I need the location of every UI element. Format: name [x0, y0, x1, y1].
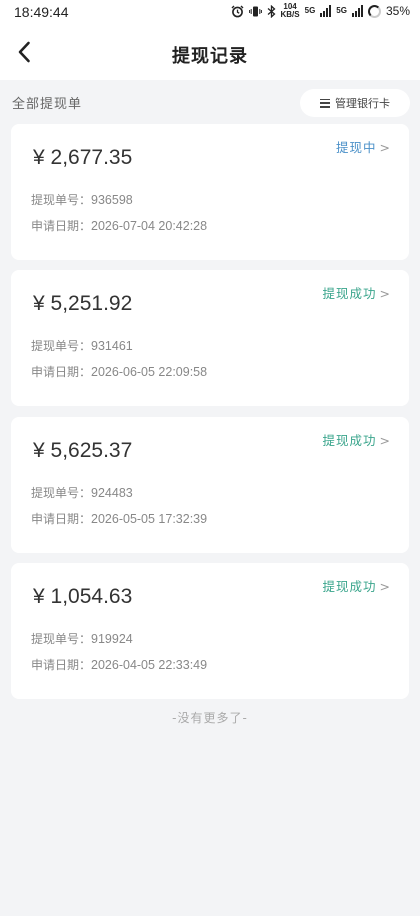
- apply-date-label: 申请日期：: [31, 219, 92, 233]
- record-apply-date: 申请日期：2026-06-05 22:09:58: [31, 363, 207, 380]
- network-type-2: 5G: [336, 6, 347, 15]
- withdrawal-record-card[interactable]: ¥ 2,677.35 提现中 > 提现单号：936598 申请日期：2026-07…: [11, 124, 409, 260]
- bluetooth-icon: [267, 4, 275, 18]
- apply-date-value: 2026-04-05 22:33:49: [91, 658, 208, 672]
- order-no-value: 924483: [91, 486, 133, 500]
- record-status: 提现成功: [322, 579, 377, 594]
- battery-percent: 35%: [385, 4, 410, 18]
- withdrawal-record-card[interactable]: ¥ 5,625.37 提现成功 > 提现单号：924483 申请日期：2026-0…: [11, 417, 409, 553]
- withdrawal-record-card[interactable]: ¥ 1,054.63 提现成功 > 提现单号：919924 申请日期：2026-0…: [11, 563, 409, 699]
- apply-date-value: 2026-07-04 20:42:28: [91, 219, 208, 233]
- net-speed-indicator: 104 KB/S: [281, 3, 300, 19]
- record-amount: ¥ 2,677.35: [33, 146, 133, 169]
- record-apply-date: 申请日期：2026-04-05 22:33:49: [31, 656, 207, 673]
- record-order-no: 提现单号：936598: [31, 191, 133, 208]
- status-icons: 104 KB/S 5G 5G 35%: [231, 3, 410, 19]
- record-amount: ¥ 5,625.37: [33, 439, 133, 462]
- order-no-value: 936598: [91, 193, 133, 207]
- filter-row: 全部提现单 管理银行卡: [0, 84, 420, 120]
- record-status: 提现中: [336, 140, 377, 155]
- record-apply-date: 申请日期：2026-07-04 20:42:28: [31, 217, 207, 234]
- record-status: 提现成功: [322, 286, 377, 301]
- record-status: 提现成功: [322, 433, 377, 448]
- order-no-label: 提现单号：: [31, 339, 92, 353]
- manage-bank-card-button[interactable]: 管理银行卡: [300, 89, 410, 117]
- record-apply-date: 申请日期：2026-05-05 17:32:39: [31, 510, 207, 527]
- record-status-link[interactable]: 提现成功 >: [323, 430, 392, 449]
- record-order-no: 提现单号：924483: [31, 484, 133, 501]
- net-speed-unit: KB/S: [280, 10, 300, 19]
- chevron-right-icon: >: [379, 286, 391, 301]
- apply-date-label: 申请日期：: [31, 512, 92, 526]
- network-type-1: 5G: [304, 6, 316, 15]
- manage-bank-card-label: 管理银行卡: [335, 97, 390, 110]
- apply-date-value: 2026-06-05 22:09:58: [91, 365, 208, 379]
- apply-date-label: 申请日期：: [31, 365, 92, 379]
- order-no-label: 提现单号：: [31, 486, 92, 500]
- signal-strength-1-icon: [320, 5, 332, 17]
- signal-strength-2-icon: [351, 5, 363, 17]
- record-amount: ¥ 1,054.63: [33, 585, 133, 608]
- record-status-link[interactable]: 提现中 >: [336, 137, 391, 156]
- record-status-link[interactable]: 提现成功 >: [323, 283, 392, 302]
- alarm-icon: [231, 5, 243, 17]
- withdrawal-record-card[interactable]: ¥ 5,251.92 提现成功 > 提现单号：931461 申请日期：2026-0…: [11, 270, 409, 406]
- no-more-records-text: -没有更多了-: [172, 711, 248, 725]
- order-no-value: 919924: [91, 632, 133, 646]
- status-time: 18:49:44: [14, 4, 69, 20]
- status-bar: 18:49:44 104 KB/S 5G 5G 35%: [0, 0, 420, 26]
- apply-date-value: 2026-05-05 17:32:39: [91, 512, 208, 526]
- order-no-label: 提现单号：: [31, 193, 92, 207]
- chevron-right-icon: >: [379, 433, 391, 448]
- apply-date-label: 申请日期：: [31, 658, 92, 672]
- chevron-right-icon: >: [379, 140, 391, 155]
- nav-bar: 提现记录: [0, 26, 420, 80]
- page-title: 提现记录: [172, 46, 248, 67]
- menu-icon: [320, 98, 330, 108]
- record-status-link[interactable]: 提现成功 >: [323, 576, 392, 595]
- record-order-no: 提现单号：931461: [31, 337, 133, 354]
- order-no-label: 提现单号：: [31, 632, 92, 646]
- record-order-no: 提现单号：919924: [31, 630, 133, 647]
- battery-icon: [367, 4, 381, 18]
- vibrate-icon: [248, 6, 262, 16]
- order-no-value: 931461: [91, 339, 133, 353]
- all-withdrawals-label: 全部提现单: [12, 97, 83, 112]
- chevron-right-icon: >: [379, 579, 391, 594]
- record-amount: ¥ 5,251.92: [33, 292, 133, 315]
